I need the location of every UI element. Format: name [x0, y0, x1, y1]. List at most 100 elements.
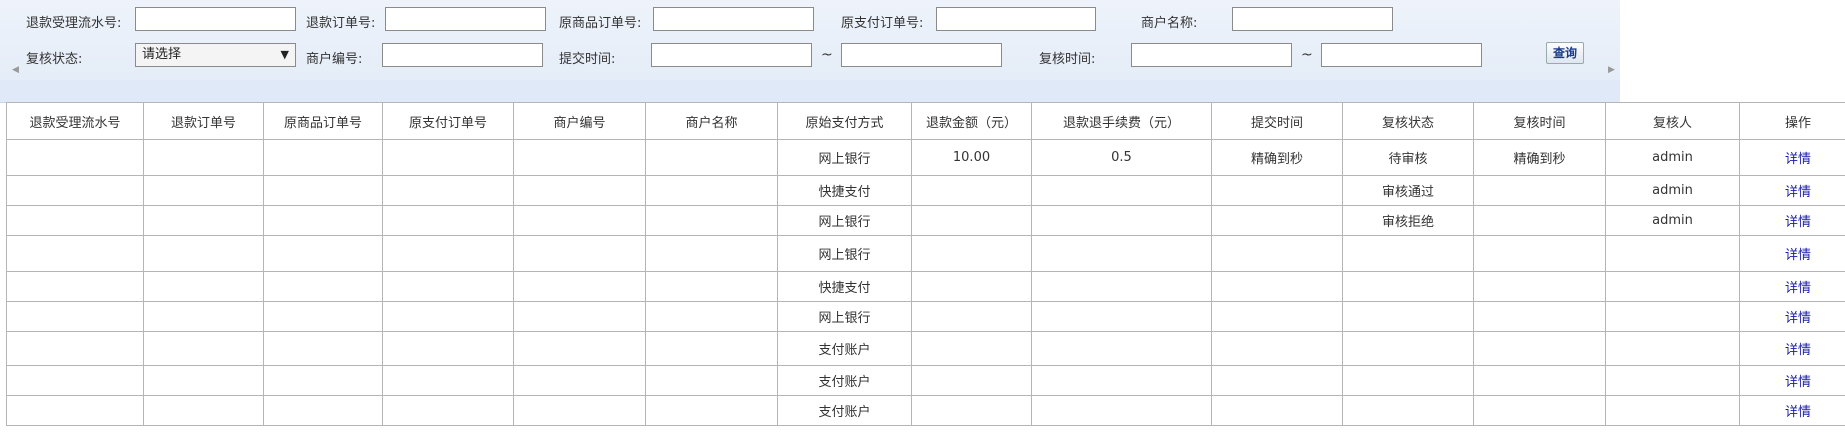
column-header: 退款退手续费（元）: [1031, 102, 1212, 140]
table-cell: 审核通过: [1342, 175, 1474, 206]
table-cell: [911, 175, 1032, 206]
review-time-end-input[interactable]: [1321, 43, 1482, 67]
table-cell: [1473, 395, 1606, 426]
review-status-label: 复核状态:: [26, 52, 83, 67]
table-cell: 精确到秒: [1211, 139, 1343, 176]
table-row: 支付账户 详情: [6, 331, 1845, 366]
table-cell: [911, 205, 1032, 236]
table-cell: [513, 331, 646, 366]
detail-link[interactable]: 详情: [1785, 152, 1811, 167]
table-cell: [263, 395, 383, 426]
detail-link[interactable]: 详情: [1785, 185, 1811, 200]
table-cell: [263, 139, 383, 176]
table-cell: [1473, 365, 1606, 396]
table-cell: [263, 365, 383, 396]
table-cell: [1211, 235, 1343, 272]
table-cell: [263, 235, 383, 272]
table-cell: [513, 395, 646, 426]
table-cell: 支付账户: [777, 395, 912, 426]
submit-time-end-input[interactable]: [841, 43, 1002, 67]
table-cell: [6, 175, 144, 206]
table-cell: [382, 235, 514, 272]
merchant-no-input[interactable]: [382, 43, 543, 67]
table-cell: 10.00: [911, 139, 1032, 176]
table-cell: admin: [1605, 205, 1740, 236]
table-cell: [6, 235, 144, 272]
merchant-name-label: 商户名称:: [1141, 16, 1198, 31]
table-cell: [1211, 205, 1343, 236]
scroll-left-icon[interactable]: ◀: [12, 65, 19, 75]
table-cell: [143, 365, 264, 396]
table-cell: admin: [1605, 175, 1740, 206]
refund-table: 退款受理流水号 退款订单号 原商品订单号 原支付订单号 商户编号 商户名称 原始支付方式 退款…: [6, 102, 1845, 426]
table-cell: [1211, 271, 1343, 302]
table-cell: 精确到秒: [1473, 139, 1606, 176]
table-cell: [1031, 175, 1212, 206]
table-cell: [1473, 205, 1606, 236]
detail-link[interactable]: 详情: [1785, 375, 1811, 390]
column-header: 提交时间: [1211, 102, 1343, 140]
table-cell: [1342, 235, 1474, 272]
table-cell: [1473, 331, 1606, 366]
column-header: 原始支付方式: [777, 102, 912, 140]
table-cell: [143, 139, 264, 176]
orig-pay-order-input[interactable]: [936, 7, 1096, 31]
refund-order-input[interactable]: [385, 7, 546, 31]
detail-link[interactable]: 详情: [1785, 343, 1811, 358]
table-cell: [6, 365, 144, 396]
table-cell: [513, 139, 646, 176]
query-button[interactable]: 查询: [1546, 42, 1584, 64]
table-cell: [6, 271, 144, 302]
detail-link[interactable]: 详情: [1785, 311, 1811, 326]
table-cell: [1605, 365, 1740, 396]
table-cell: [645, 331, 778, 366]
table-cell: [1342, 365, 1474, 396]
refund-serial-input[interactable]: [135, 7, 296, 31]
detail-link[interactable]: 详情: [1785, 248, 1811, 263]
table-cell: [143, 331, 264, 366]
filter-panel-footer: [0, 80, 1620, 102]
table-cell: 审核拒绝: [1342, 205, 1474, 236]
table-cell: [911, 331, 1032, 366]
table-cell: 详情: [1739, 205, 1845, 236]
table-cell: [143, 175, 264, 206]
table-row: 网上银行 审核拒绝 admin 详情: [6, 205, 1845, 236]
merchant-name-input[interactable]: [1232, 7, 1393, 31]
table-cell: [263, 331, 383, 366]
detail-link[interactable]: 详情: [1785, 215, 1811, 230]
table-cell: [513, 301, 646, 332]
submit-time-start-input[interactable]: [651, 43, 812, 67]
table-cell: 网上银行: [777, 205, 912, 236]
table-cell: [1031, 301, 1212, 332]
table-cell: 详情: [1739, 175, 1845, 206]
review-time-start-input[interactable]: [1131, 43, 1292, 67]
table-cell: [1605, 271, 1740, 302]
table-cell: [1211, 175, 1343, 206]
scroll-right-icon[interactable]: ▶: [1608, 65, 1615, 75]
table-cell: [1342, 331, 1474, 366]
table-cell: [1342, 301, 1474, 332]
table-cell: [1605, 301, 1740, 332]
table-cell: 快捷支付: [777, 175, 912, 206]
table-cell: [911, 271, 1032, 302]
table-row: 支付账户 详情: [6, 395, 1845, 426]
detail-link[interactable]: 详情: [1785, 281, 1811, 296]
table-cell: [1031, 205, 1212, 236]
table-cell: [911, 235, 1032, 272]
column-header: 复核人: [1605, 102, 1740, 140]
column-header: 原商品订单号: [263, 102, 383, 140]
orig-pay-order-label: 原支付订单号:: [841, 16, 924, 31]
orig-goods-order-input[interactable]: [653, 7, 814, 31]
table-cell: [263, 271, 383, 302]
table-cell: 网上银行: [777, 139, 912, 176]
table-cell: [1473, 175, 1606, 206]
table-cell: [6, 395, 144, 426]
table-cell: [513, 175, 646, 206]
table-row: 快捷支付 详情: [6, 271, 1845, 302]
table-cell: [1211, 331, 1343, 366]
detail-link[interactable]: 详情: [1785, 405, 1811, 420]
table-cell: [645, 139, 778, 176]
column-header: 原支付订单号: [382, 102, 514, 140]
table-cell: 详情: [1739, 301, 1845, 332]
review-status-select[interactable]: 请选择 ▼: [135, 43, 296, 67]
